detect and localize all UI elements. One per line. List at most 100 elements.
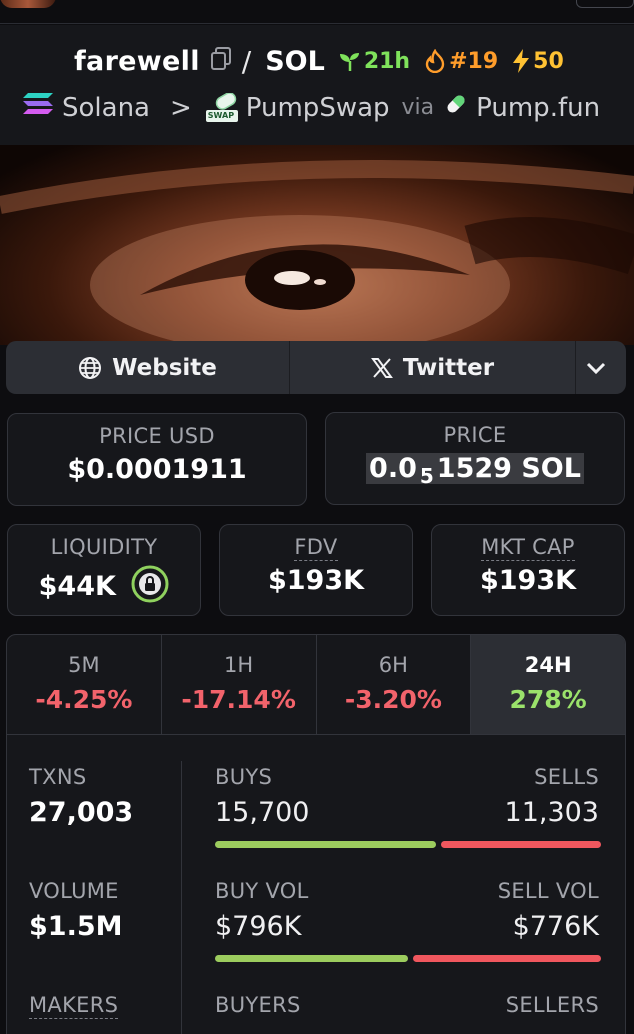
price-native-value: 0.0 5 1529 SOL — [326, 453, 624, 488]
top-bar — [0, 0, 634, 24]
rank-badge[interactable]: #19 — [424, 49, 498, 74]
price-usd-card: PRICE USD $0.0001911 — [7, 413, 307, 506]
sell-vol-value: $776K — [512, 911, 599, 942]
sell-vol-label: SELL VOL — [497, 879, 599, 903]
mkt-cap-value: $193K — [479, 565, 577, 596]
mkt-cap-card: MKT CAP $193K — [431, 524, 625, 616]
lock-icon[interactable] — [131, 565, 169, 610]
title-row: farewell / SOL 21h #19 50 — [74, 43, 578, 79]
makers-label[interactable]: MAKERS — [29, 993, 119, 1019]
buy-vol-ratio-bar — [215, 955, 408, 962]
sell-vol-ratio-bar — [413, 955, 601, 962]
tab-label: 24H — [524, 653, 572, 677]
pumpswap-icon: SWAP — [205, 91, 238, 123]
price-native-label: PRICE — [443, 423, 507, 447]
sells-value: 11,303 — [504, 797, 599, 828]
dex-link[interactable]: PumpSwap — [246, 93, 390, 123]
makers-stat: MAKERS — [29, 993, 119, 1019]
price-usd-value: $0.0001911 — [67, 454, 247, 485]
boost-value: 50 — [533, 48, 564, 74]
more-links-button[interactable] — [576, 341, 626, 394]
sellers-label: SELLERS — [505, 993, 599, 1017]
volume-label: VOLUME — [29, 879, 119, 903]
buy-vol-value: $796K — [215, 911, 302, 942]
boost-badge[interactable]: 50 — [512, 49, 564, 74]
solana-icon — [22, 91, 54, 124]
avatar[interactable] — [0, 0, 56, 8]
price-native-prefix: 0.0 — [369, 453, 417, 484]
liquidity-label: LIQUIDITY — [50, 535, 158, 559]
sells-ratio-bar — [441, 841, 601, 848]
x-logo-icon — [370, 357, 393, 378]
buys-value: 15,700 — [215, 797, 310, 828]
timeframe-tabs: 5M -4.25% 1H -17.14% 6H -3.20% 24H 278% — [7, 635, 625, 735]
buy-vol-label: BUY VOL — [215, 879, 309, 903]
tab-change: 278% — [509, 685, 587, 714]
pair-header: farewell / SOL 21h #19 50 Solana > SWAP … — [0, 25, 634, 145]
tab-label: 5M — [68, 653, 100, 677]
twitter-button[interactable]: Twitter — [290, 341, 576, 394]
price-native-card: PRICE 0.0 5 1529 SOL — [325, 412, 625, 505]
tab-label: 1H — [224, 653, 254, 677]
buyers-label: BUYERS — [215, 993, 301, 1017]
volume-stat: VOLUME $1.5M — [29, 879, 123, 942]
volume-value: $1.5M — [29, 911, 123, 942]
sells-label: SELLS — [534, 765, 599, 789]
quote-token: SOL — [265, 45, 325, 77]
tab-24h[interactable]: 24H 278% — [471, 635, 625, 734]
sell-vol-stat: SELL VOL $776K — [498, 879, 599, 942]
buyers-stat: BUYERS — [215, 993, 301, 1017]
rank-value: #19 — [449, 48, 499, 74]
txns-value: 27,003 — [29, 797, 134, 828]
fdv-value: $193K — [267, 565, 365, 596]
token-banner-image — [0, 145, 634, 345]
launchpad-link[interactable]: Pump.fun — [476, 93, 600, 123]
tab-6h[interactable]: 6H -3.20% — [317, 635, 472, 734]
price-native-digits: 1529 SOL — [436, 453, 581, 484]
tab-change: -3.20% — [344, 685, 442, 714]
age-value: 21h — [363, 48, 411, 74]
price-usd-label: PRICE USD — [99, 424, 215, 448]
price-native-zero-count: 5 — [419, 464, 434, 488]
social-links: Website Twitter — [6, 341, 626, 394]
age-badge: 21h — [339, 49, 410, 74]
sellers-stat: SELLERS — [506, 993, 599, 1017]
fdv-label[interactable]: FDV — [294, 535, 338, 561]
chevron-down-icon — [586, 362, 606, 374]
sells-stat: SELLS 11,303 — [505, 765, 599, 828]
tab-1h[interactable]: 1H -17.14% — [162, 635, 317, 734]
website-button[interactable]: Website — [6, 341, 290, 394]
buys-label: BUYS — [215, 765, 273, 789]
txns-stat: TXNS 27,003 — [29, 765, 133, 828]
txns-label: TXNS — [29, 765, 87, 789]
globe-icon — [79, 356, 102, 379]
via-text: via — [401, 95, 435, 120]
buys-ratio-bar — [215, 841, 436, 848]
pair-path: Solana > SWAP PumpSwap via Pump.fun — [22, 91, 600, 124]
tab-change: -17.14% — [181, 685, 296, 714]
liquidity-value: $44K — [38, 571, 116, 602]
mkt-cap-label[interactable]: MKT CAP — [481, 535, 575, 561]
stats-panel: 5M -4.25% 1H -17.14% 6H -3.20% 24H 278% … — [6, 634, 626, 1034]
twitter-label: Twitter — [402, 354, 495, 381]
stats-divider — [181, 761, 182, 1034]
chain-link[interactable]: Solana — [62, 93, 150, 123]
buys-stat: BUYS 15,700 — [215, 765, 309, 828]
pair-separator: / — [241, 44, 252, 78]
lightning-icon — [513, 49, 530, 73]
seedling-icon — [339, 53, 359, 71]
website-label: Website — [112, 354, 217, 381]
tab-label: 6H — [378, 653, 408, 677]
copy-icon[interactable] — [210, 47, 232, 75]
pumpswap-icon-label: SWAP — [207, 110, 235, 120]
tab-change: -4.25% — [35, 685, 133, 714]
fdv-card: FDV $193K — [219, 524, 413, 616]
pair-name: farewell — [74, 45, 200, 77]
path-chevron: > — [169, 92, 192, 123]
flame-icon — [425, 49, 445, 73]
top-menu-button[interactable] — [576, 0, 634, 8]
pill-icon — [444, 92, 468, 123]
tab-5m[interactable]: 5M -4.25% — [7, 635, 162, 734]
buy-vol-stat: BUY VOL $796K — [215, 879, 309, 942]
liquidity-card: LIQUIDITY $44K — [7, 524, 201, 616]
